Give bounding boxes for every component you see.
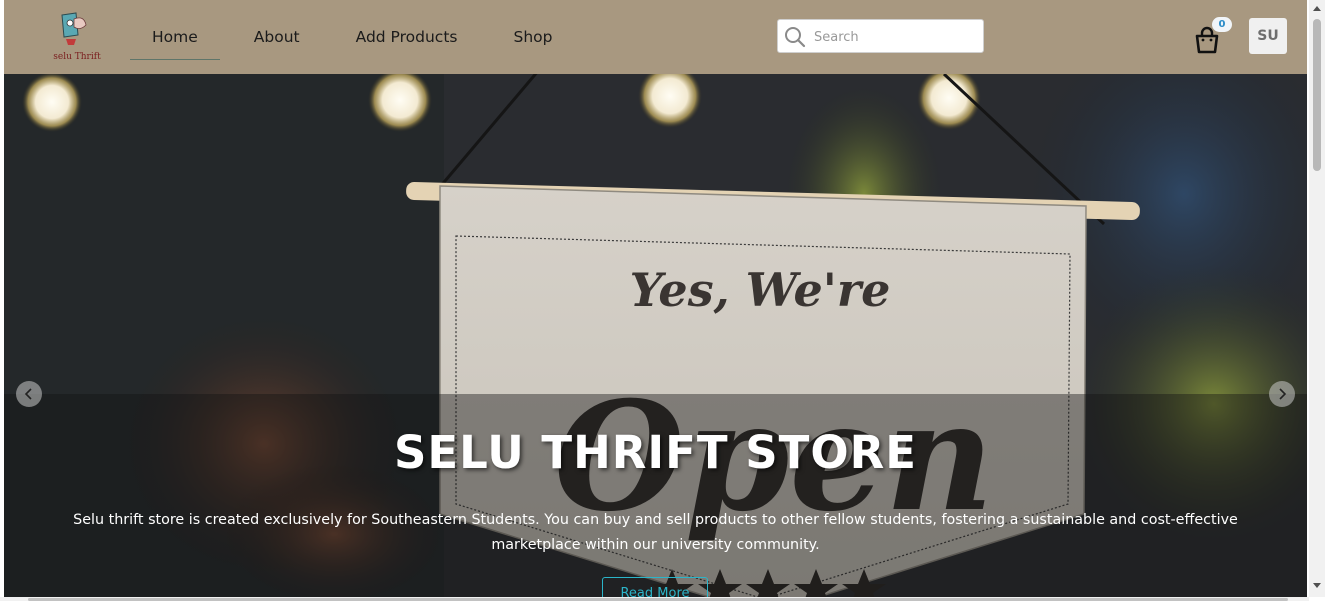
scroll-up-arrow-icon[interactable]: [1312, 4, 1322, 14]
search-box: [777, 19, 984, 54]
caption-overlay: [4, 394, 1307, 597]
user-avatar[interactable]: SU: [1249, 18, 1287, 54]
hero-title: SELU THRIFT STORE: [393, 426, 918, 479]
horizontal-scrollbar[interactable]: [0, 597, 1309, 601]
cart-count-badge: 0: [1212, 17, 1232, 32]
navbar: selu Thrift Home About Add Products Shop…: [4, 0, 1307, 74]
logo[interactable]: selu Thrift: [50, 9, 104, 65]
scroll-down-arrow-icon[interactable]: [1312, 580, 1322, 590]
nav-home[interactable]: Home: [130, 17, 220, 60]
search-icon: [785, 27, 806, 48]
sign-text-top: Yes, We're: [630, 263, 891, 317]
chevron-right-icon: [1279, 388, 1287, 400]
vertical-scrollbar-thumb[interactable]: [1313, 19, 1321, 171]
nav-shop[interactable]: Shop: [491, 17, 574, 57]
page: selu Thrift Home About Add Products Shop…: [4, 0, 1307, 597]
carousel-prev-button[interactable]: [16, 381, 42, 407]
chevron-left-icon: [24, 388, 32, 400]
search-input[interactable]: [812, 20, 981, 54]
nav-about[interactable]: About: [232, 17, 322, 57]
nav-add-products[interactable]: Add Products: [334, 17, 480, 57]
main-nav: Home About Add Products Shop: [130, 0, 574, 74]
carousel-next-button[interactable]: [1269, 381, 1295, 407]
hero-description: Selu thrift store is created exclusively…: [73, 512, 1238, 553]
read-more-button[interactable]: Read More: [602, 577, 708, 597]
hero-carousel: Yes, We're Open SELU THRIFT STORE Selu t…: [4, 74, 1307, 597]
logo-text: selu Thrift: [53, 52, 101, 62]
vertical-scrollbar[interactable]: [1309, 0, 1325, 597]
